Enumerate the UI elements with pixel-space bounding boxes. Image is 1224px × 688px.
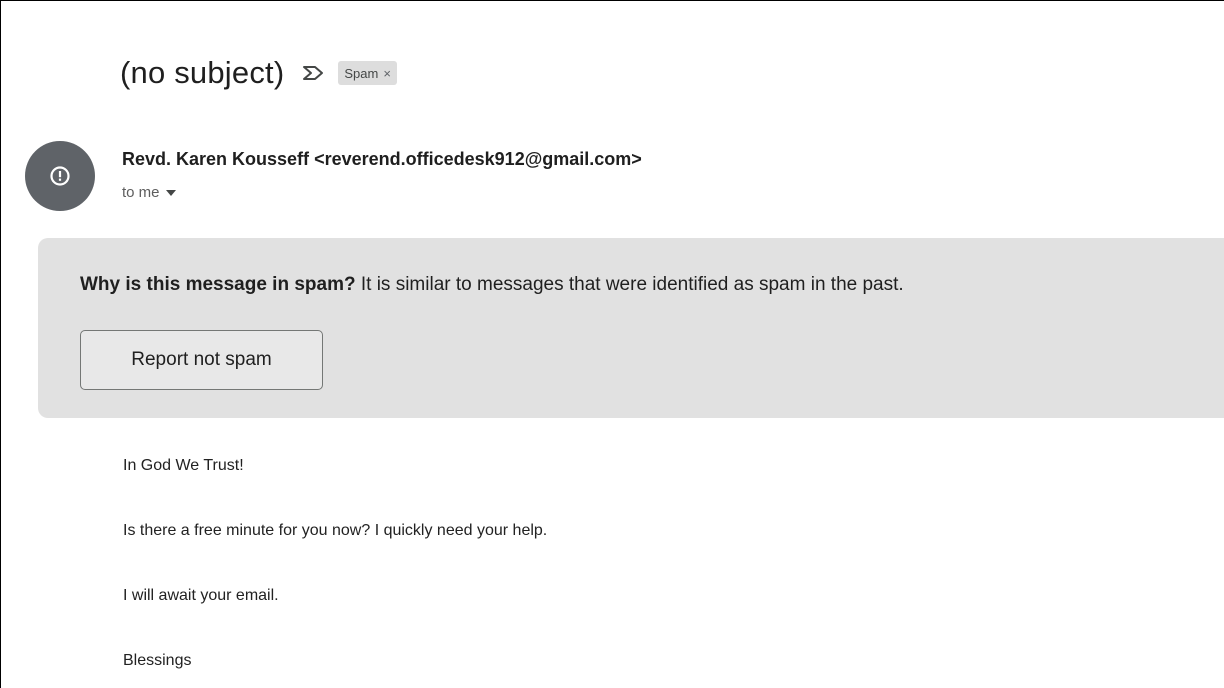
email-body-line: In God We Trust! xyxy=(123,457,244,474)
spam-question: Why is this message in spam? xyxy=(80,274,356,295)
email-body-line: I will await your email. xyxy=(123,587,279,604)
remove-label-icon[interactable]: × xyxy=(383,66,391,81)
important-marker-icon[interactable] xyxy=(300,63,326,83)
email-body-line: Blessings xyxy=(123,652,192,669)
exclamation-circle-icon xyxy=(50,166,70,186)
spam-explanation: It is similar to messages that were iden… xyxy=(355,274,904,295)
spam-warning-banner: Why is this message in spam? It is simil… xyxy=(38,238,1224,418)
recipient-text: to me xyxy=(122,184,160,201)
subject-row: (no subject) Spam × xyxy=(120,51,397,95)
email-subject: (no subject) xyxy=(120,55,285,90)
spam-label-text: Spam xyxy=(344,65,379,81)
chevron-down-icon[interactable] xyxy=(165,189,176,196)
sender-avatar[interactable] xyxy=(25,141,95,211)
sender-line[interactable]: Revd. Karen Kousseff <reverend.officedes… xyxy=(122,149,642,170)
spam-reason-text: Why is this message in spam? It is simil… xyxy=(80,274,904,296)
recipient-details-toggle[interactable]: to me xyxy=(122,184,176,201)
sender-email: <reverend.officedesk912@gmail.com> xyxy=(314,149,642,169)
report-not-spam-button[interactable]: Report not spam xyxy=(80,330,323,390)
spam-label-chip: Spam × xyxy=(338,61,397,85)
email-body-line: Is there a free minute for you now? I qu… xyxy=(123,522,548,539)
email-view: (no subject) Spam × Revd. Karen Kousseff… xyxy=(0,0,1224,688)
sender-name: Revd. Karen Kousseff xyxy=(122,149,310,169)
